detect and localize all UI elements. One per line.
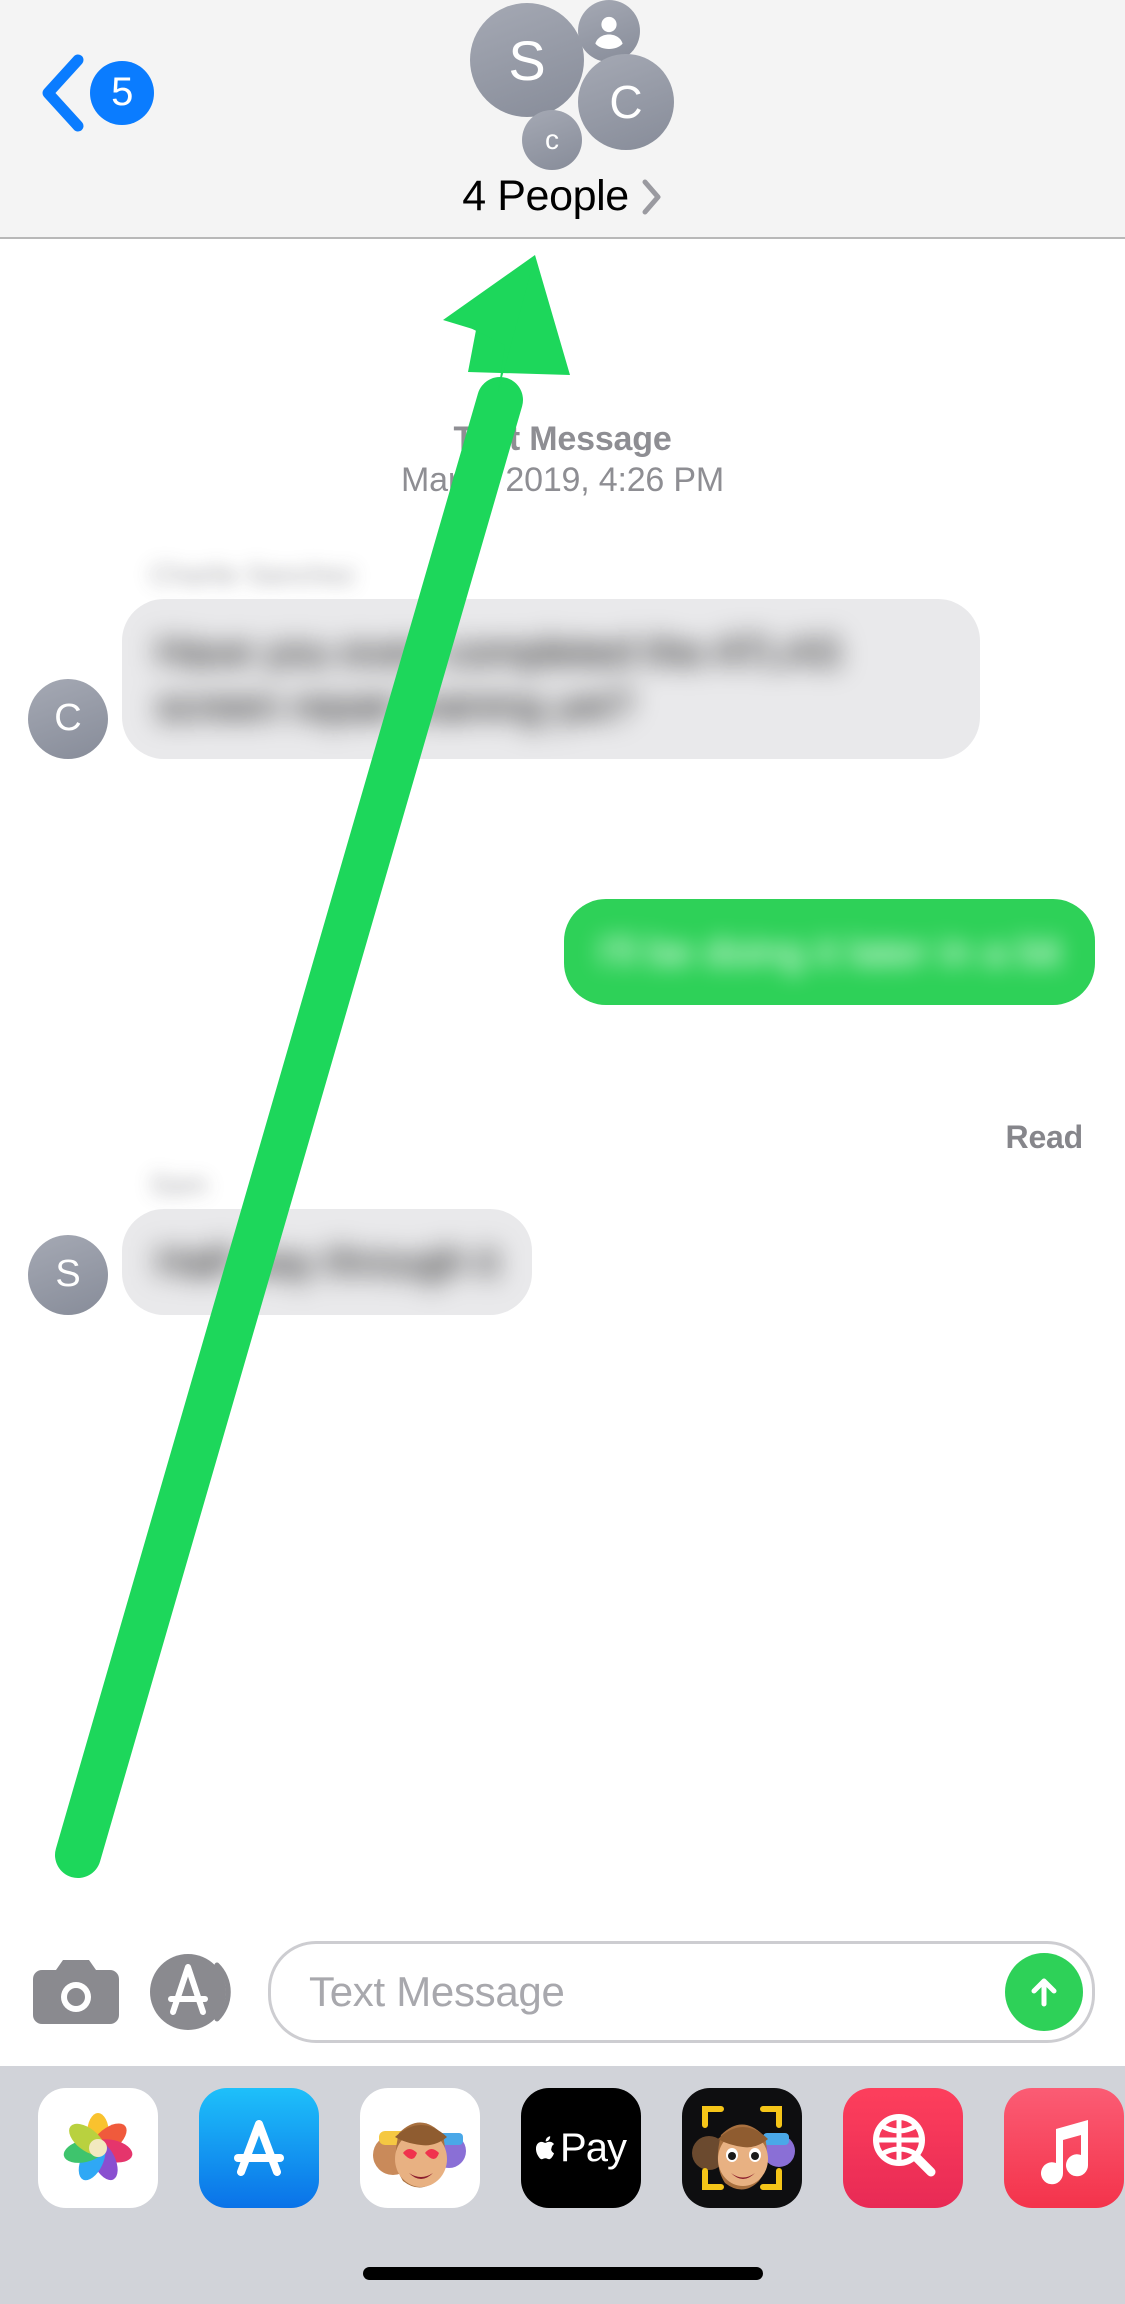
conversation-timestamp: Text Message Mar 7, 2019, 4:26 PM xyxy=(0,419,1125,502)
message-stack: I'll be doing it later in a bit xyxy=(563,899,1095,1005)
app-drawer-item-images[interactable] xyxy=(843,2088,963,2208)
chevron-right-icon xyxy=(642,179,661,214)
message-kind-label: Text Message xyxy=(453,420,672,458)
app-drawer-item-appstore[interactable] xyxy=(199,2088,319,2208)
app-drawer-item-applepay[interactable]: Pay xyxy=(521,2088,641,2208)
sender-avatar[interactable]: C xyxy=(28,678,108,759)
apple-pay-label: Pay xyxy=(536,2125,627,2171)
message-stack: Sam Half way through it xyxy=(110,1169,533,1315)
send-button[interactable] xyxy=(1005,1953,1083,2031)
camera-icon xyxy=(33,1960,119,2024)
camera-button[interactable] xyxy=(30,1946,122,2038)
read-receipt-label: Read xyxy=(1005,1119,1084,1155)
message-date-label: Mar 7, 2019, 4:26 PM xyxy=(401,461,724,500)
message-input-bar xyxy=(0,1918,1125,2066)
app-drawer-item-memoji[interactable] xyxy=(682,2088,802,2208)
sender-name-label: Charlie Sanchez xyxy=(150,559,356,590)
message-field[interactable] xyxy=(268,1941,1095,2043)
recipients-detail-link[interactable]: 4 People xyxy=(0,172,1125,221)
sender-avatar[interactable]: S xyxy=(28,1234,108,1315)
image-search-icon xyxy=(873,2114,936,2177)
photos-icon xyxy=(63,2113,133,2181)
recipient-avatar[interactable]: C xyxy=(578,54,674,150)
message-row[interactable]: C Charlie Sanchez Have you even complete… xyxy=(28,559,980,759)
people-count-label: 4 People xyxy=(462,172,629,220)
message-row[interactable]: S Sam Half way through it xyxy=(28,1169,533,1315)
message-list[interactable]: Text Message Mar 7, 2019, 4:26 PM C Char… xyxy=(0,239,1125,1918)
music-note-icon xyxy=(1041,2120,1089,2185)
message-text: Half way through it xyxy=(156,1238,499,1285)
message-bubble-sent[interactable]: I'll be doing it later in a bit xyxy=(563,899,1095,1005)
message-text: Have you even completed the ATLAS screen… xyxy=(156,628,842,729)
app-drawer-item-memoji-stickers[interactable] xyxy=(360,2088,480,2208)
recipient-avatar[interactable] xyxy=(578,0,640,62)
message-row[interactable]: I'll be doing it later in a bit xyxy=(563,899,1095,1005)
memoji-icon xyxy=(692,2106,795,2190)
unread-badge: 5 xyxy=(90,60,154,125)
app-store-icon xyxy=(234,2120,284,2176)
message-bubble-received[interactable]: Half way through it xyxy=(110,1209,533,1315)
app-drawer-item-music[interactable] xyxy=(1004,2088,1124,2208)
message-text: I'll be doing it later in a bit xyxy=(597,928,1062,975)
apple-pay-text: Pay xyxy=(560,2125,627,2170)
sender-name-label: Sam xyxy=(150,1169,208,1200)
apple-logo-icon xyxy=(536,2136,555,2160)
memoji-stickers-icon xyxy=(373,2122,466,2188)
app-store-button[interactable] xyxy=(144,1946,236,2038)
navigation-bar: 5 S C c 4 People xyxy=(0,0,1125,239)
recipient-avatar-cluster: S C c xyxy=(0,0,1125,180)
message-stack: Charlie Sanchez Have you even completed … xyxy=(111,559,980,759)
home-indicator xyxy=(362,2267,763,2280)
recipient-avatar[interactable]: c xyxy=(522,110,582,170)
messages-screen: 5 S C c 4 People Text Message Mar 7, 201… xyxy=(0,0,1125,2304)
app-drawer-item-photos[interactable] xyxy=(38,2088,158,2208)
chevron-left-icon xyxy=(42,54,84,131)
recipient-avatar[interactable]: S xyxy=(470,3,584,117)
message-input[interactable] xyxy=(271,1944,1092,2040)
person-silhouette-icon xyxy=(595,16,623,49)
back-button[interactable]: 5 xyxy=(38,45,163,140)
app-store-icon xyxy=(150,1954,231,2030)
message-bubble-received[interactable]: Have you even completed the ATLAS screen… xyxy=(111,599,980,759)
arrow-up-icon xyxy=(1031,1978,1057,2007)
